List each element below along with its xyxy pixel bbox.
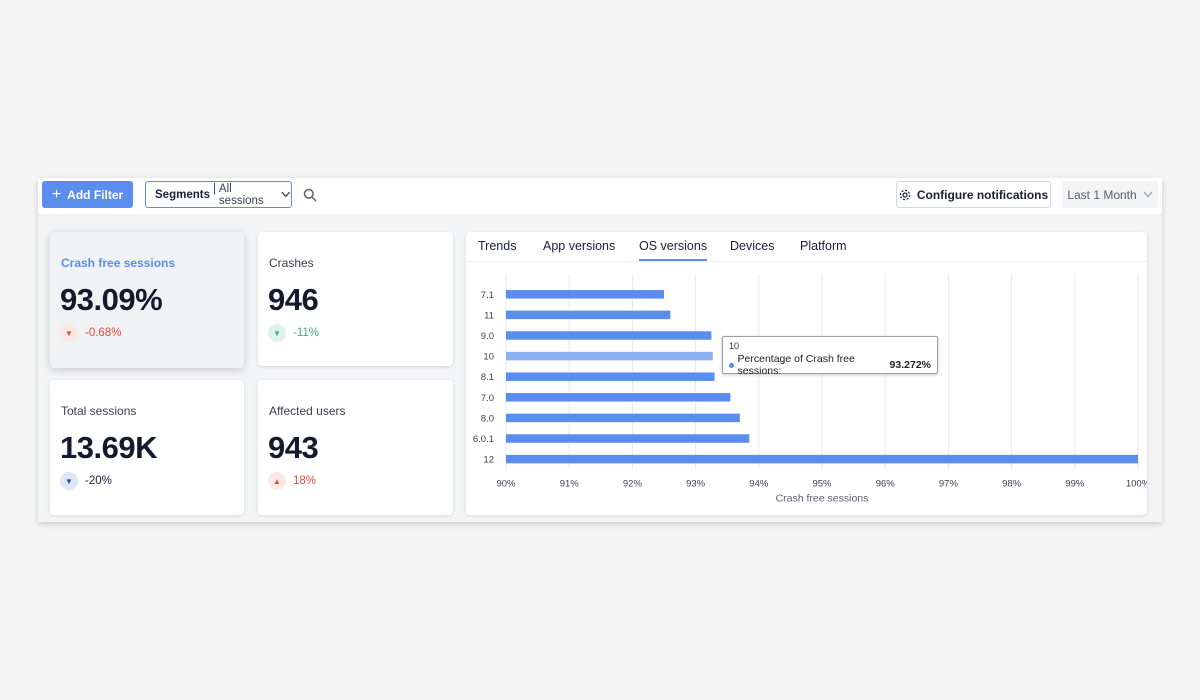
triangle-up-icon: ▲ [268,472,286,490]
chart-tooltip: 10 Percentage of Crash free sessions: 93… [722,336,938,377]
kpi-card-crash-free-sessions[interactable]: Crash free sessions 93.09% ▼ -0.68% [50,232,244,368]
date-range-dropdown[interactable]: Last 1 Month [1062,181,1158,208]
kpi-delta-value: -20% [85,475,112,487]
chevron-down-icon [281,191,291,198]
y-tick-label: 8.0 [481,413,494,424]
gear-icon [899,189,911,200]
y-tick-label: 7.0 [481,393,494,404]
os-versions-bar-chart: 90% 91% 92% 93% 94% 95% 96% 97% 98% 99% 100% 7.1 11 9… [473,274,1147,504]
bar [506,393,731,402]
add-filter-label: Add Filter [67,187,124,202]
tooltip-label: Percentage of Crash free sessions: [737,353,855,377]
x-tick-label: 94% [749,478,769,489]
tab-os-versions[interactable]: OS versions [639,239,708,261]
plus-icon: + [51,185,62,203]
bar [506,310,671,320]
tooltip-value: 93.272% [889,359,931,371]
x-tick-label: 91% [560,478,580,489]
breakdown-chart-card: Trends App versions OS versions Devices … [466,232,1147,515]
kpi-value: 946 [268,282,319,317]
search-icon[interactable] [303,188,317,202]
kpi-delta-value: 18% [293,475,317,487]
kpi-card-total-sessions[interactable]: Total sessions 13.69K ▼ -20% [50,380,244,515]
x-tick-label: 96% [876,478,896,489]
kpi-value: 943 [268,430,319,465]
toolbar: + Add Filter Segments | All sessions Con… [38,178,1162,214]
tab-platform[interactable]: Platform [800,239,847,259]
kpi-delta-value: -0.68% [85,327,122,339]
add-filter-button[interactable]: + Add Filter [42,181,133,208]
bar [506,434,750,443]
series-dot-icon [729,362,734,368]
x-tick-label: 93% [686,478,706,489]
y-tick-label: 12 [483,455,494,466]
x-tick-label: 90% [496,478,516,489]
segments-prefix: Segments [155,188,210,201]
kpi-label: Total sessions [61,404,137,418]
triangle-down-icon: ▼ [60,324,78,342]
configure-notifications-button[interactable]: Configure notifications [896,181,1051,208]
bar [506,331,712,340]
segments-dropdown[interactable]: Segments | All sessions [145,181,292,208]
bar [506,454,1138,464]
x-tick-label: 97% [939,478,959,489]
x-axis-title: Crash free sessions [776,492,869,504]
kpi-delta: ▼ -20% [60,472,112,490]
tooltip-row: Percentage of Crash free sessions: 93.27… [729,353,931,377]
kpi-delta: ▲ 18% [268,472,316,490]
kpi-delta: ▼ -0.68% [60,324,121,342]
x-tick-label: 98% [1002,478,1022,489]
y-tick-label: 8.1 [481,372,494,383]
bar [506,413,740,423]
x-tick-label: 92% [623,478,643,489]
tab-trends[interactable]: Trends [478,239,516,259]
x-tick-label: 100% [1126,478,1147,489]
y-tick-label: 10 [483,352,494,363]
chart-tabs: Trends App versions OS versions Devices … [466,232,1147,262]
date-range-label: Last 1 Month [1067,187,1137,202]
kpi-card-affected-users[interactable]: Affected users 943 ▲ 18% [258,380,453,515]
kpi-value: 93.09% [60,282,163,317]
notifications-label: Configure notifications [916,187,1049,202]
tab-app-versions[interactable]: App versions [543,239,615,259]
chevron-down-icon [1143,191,1153,198]
kpi-value: 13.69K [60,430,157,465]
kpi-delta: ▼ -11% [268,324,319,342]
x-tick-label: 99% [1065,478,1085,489]
y-tick-label: 6.0.1 [473,434,494,445]
kpi-delta-value: -11% [293,327,319,339]
kpi-label: Affected users [269,404,346,418]
tooltip-title: 10 [729,341,740,351]
y-tick-label: 11 [484,310,494,321]
x-tick-label: 95% [812,478,832,489]
kpi-card-crashes[interactable]: Crashes 946 ▼ -11% [258,232,453,366]
triangle-down-icon: ▼ [268,324,286,342]
triangle-down-icon: ▼ [60,472,78,490]
y-tick-label: 9.0 [481,331,494,342]
segments-value: All sessions [218,182,264,207]
dashboard-panel: + Add Filter Segments | All sessions Con… [38,178,1162,522]
kpi-label: Crash free sessions [61,256,176,270]
bar [506,372,715,381]
kpi-label: Crashes [269,256,314,270]
tab-devices[interactable]: Devices [730,239,774,259]
bar [506,290,664,299]
y-tick-label: 7.1 [481,290,494,301]
bar [506,351,713,361]
